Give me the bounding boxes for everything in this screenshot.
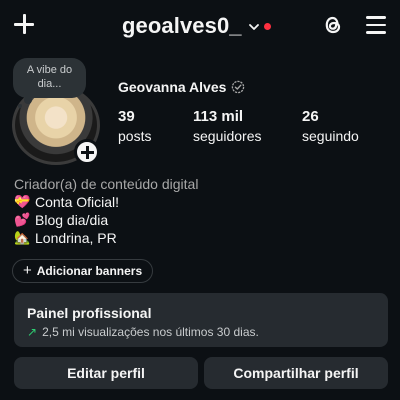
trending-up-arrow-icon: ↗ (27, 325, 38, 339)
note-bubble[interactable]: A vibe do dia... (13, 58, 86, 98)
bio-text: Conta Oficial! (35, 194, 120, 210)
bio-emoji: 🏡 (14, 230, 31, 245)
account-switcher[interactable]: geoalves0_ (122, 12, 271, 40)
full-name-row: Geovanna Alves (118, 78, 245, 96)
stat-label: seguindo (302, 128, 359, 144)
stat-label: seguidores (193, 128, 262, 144)
chevron-down-icon (248, 24, 259, 30)
username: geoalves0_ (122, 13, 242, 38)
profile-category: Criador(a) de conteúdo digital (14, 176, 199, 192)
bio-emoji: 💕 (14, 212, 31, 227)
bio-emoji: 💝 (14, 194, 31, 209)
hamburger-menu-icon[interactable] (364, 14, 388, 36)
stat-value: 39 (118, 108, 135, 125)
add-story-button[interactable] (74, 139, 100, 165)
bio-text: Londrina, PR (35, 230, 117, 246)
professional-dashboard-subtitle: ↗ 2,5 mi visualizações nos últimos 30 di… (27, 325, 375, 339)
bio-line: 🏡 Londrina, PR (14, 229, 117, 247)
professional-dashboard-title: Painel profissional (27, 305, 152, 321)
edit-profile-button[interactable]: Editar perfil (14, 357, 198, 389)
add-banners-label: Adicionar banners (36, 264, 143, 278)
bio-line: 💕 Blog dia/dia (14, 211, 108, 229)
note-bubble-tail-small (18, 104, 22, 108)
bio-text: Blog dia/dia (35, 212, 109, 228)
verified-icon (232, 80, 245, 94)
add-banners-button[interactable]: + Adicionar banners (12, 259, 154, 283)
full-name: Geovanna Alves (118, 79, 227, 95)
notification-dot (263, 22, 271, 30)
stat-label: posts (118, 128, 152, 144)
stat-following[interactable]: 26 seguindo (302, 108, 359, 145)
stat-value: 26 (302, 108, 319, 125)
share-profile-button[interactable]: Compartilhar perfil (204, 357, 388, 389)
plus-icon: + (23, 262, 32, 279)
plus-icon[interactable] (12, 12, 36, 36)
professional-dashboard-stat: 2,5 mi visualizações nos últimos 30 dias… (42, 325, 259, 339)
bio-line: 💝 Conta Oficial! (14, 193, 119, 211)
top-bar: geoalves0_ (0, 0, 400, 50)
stat-value: 113 mil (193, 108, 244, 125)
stat-posts[interactable]: 39 posts (118, 108, 151, 145)
stat-followers[interactable]: 113 mil seguidores (193, 108, 262, 145)
threads-icon[interactable] (320, 12, 346, 38)
professional-dashboard[interactable]: Painel profissional ↗ 2,5 mi visualizaçõ… (14, 293, 388, 347)
